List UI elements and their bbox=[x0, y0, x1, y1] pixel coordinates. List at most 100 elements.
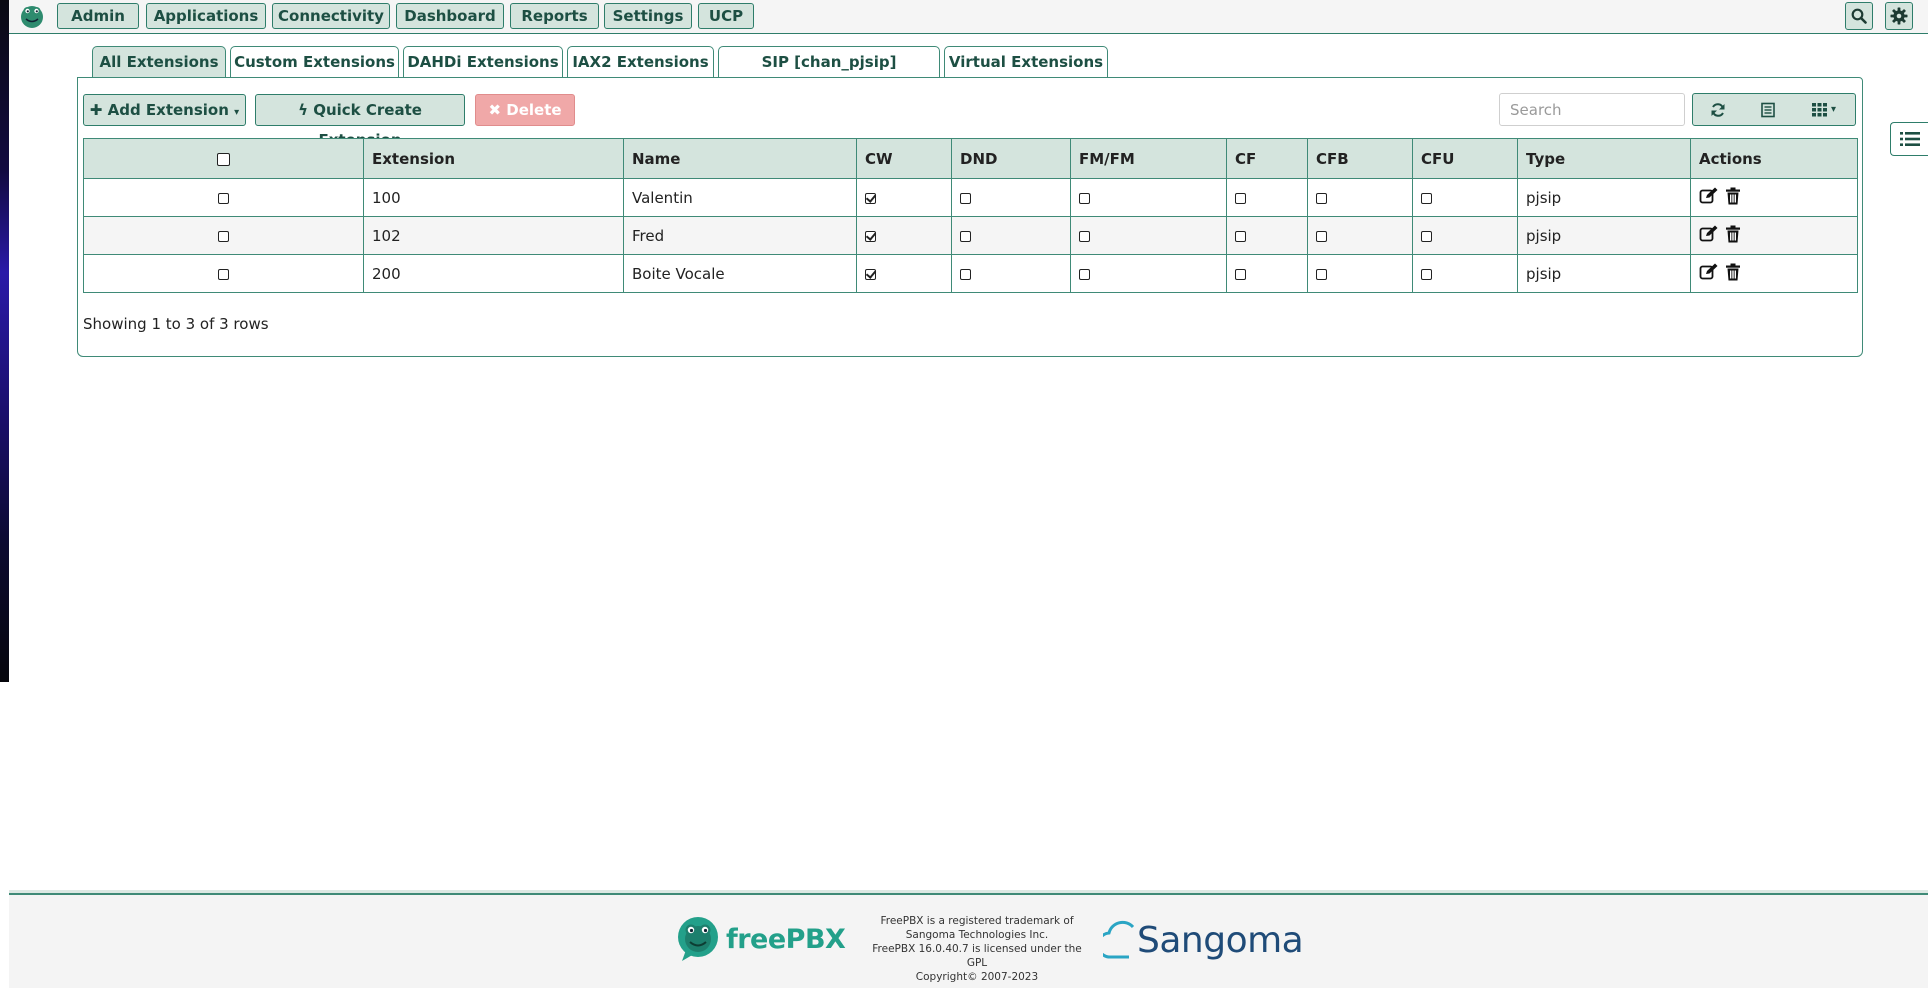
dnd-cell bbox=[951, 178, 1071, 217]
add-extension-label: Add Extension bbox=[107, 101, 229, 119]
row-select-cell bbox=[83, 216, 364, 255]
tab-custom-extensions[interactable]: Custom Extensions bbox=[230, 46, 399, 78]
cfb-cell bbox=[1307, 178, 1413, 217]
legal-line: FreePBX 16.0.40.7 is licensed under the bbox=[872, 943, 1082, 955]
gear-icon bbox=[1890, 7, 1908, 25]
fmfm-checkbox[interactable] bbox=[1079, 268, 1090, 280]
extension-cell: 102 bbox=[363, 216, 624, 255]
trash-icon[interactable] bbox=[1725, 187, 1741, 209]
actions-cell bbox=[1690, 254, 1858, 293]
nav-settings[interactable]: Settings bbox=[604, 3, 692, 29]
trash-icon[interactable] bbox=[1725, 263, 1741, 285]
sangoma-logo: Sangoma bbox=[1103, 915, 1304, 965]
column-header-fmfm[interactable]: FM/FM bbox=[1070, 138, 1227, 179]
extensions-table: Extension Name CW DND FM/FM CF CFB CFU T… bbox=[83, 138, 1858, 293]
add-extension-button[interactable]: ✚ Add Extension ▾ bbox=[83, 94, 246, 126]
refresh-button[interactable] bbox=[1692, 93, 1743, 126]
delete-button[interactable]: ✖ Delete bbox=[475, 94, 575, 126]
cf-checkbox[interactable] bbox=[1235, 268, 1246, 280]
tab-virtual-extensions[interactable]: Virtual Extensions bbox=[944, 46, 1108, 78]
column-header-name[interactable]: Name bbox=[623, 138, 857, 179]
fmfm-cell bbox=[1070, 216, 1227, 255]
tab-iax2-extensions[interactable]: IAX2 Extensions bbox=[567, 46, 714, 78]
toggle-view-button[interactable] bbox=[1742, 93, 1794, 126]
tab-sip-pjsip-extensions[interactable]: SIP [chan_pjsip] Extensions bbox=[718, 46, 940, 101]
nav-connectivity[interactable]: Connectivity bbox=[272, 3, 390, 29]
row-select-checkbox[interactable] bbox=[218, 192, 229, 204]
trash-icon[interactable] bbox=[1725, 225, 1741, 247]
edit-icon[interactable] bbox=[1699, 225, 1719, 247]
extension-cell: 200 bbox=[363, 254, 624, 293]
pagination-summary: Showing 1 to 3 of 3 rows bbox=[83, 315, 269, 333]
fmfm-cell bbox=[1070, 178, 1227, 217]
row-select-checkbox[interactable] bbox=[218, 268, 229, 280]
cfu-cell bbox=[1412, 178, 1518, 217]
cfu-checkbox[interactable] bbox=[1421, 230, 1432, 242]
row-select-checkbox[interactable] bbox=[218, 230, 229, 242]
legal-line: FreePBX is a registered trademark of bbox=[880, 915, 1074, 927]
dnd-cell bbox=[951, 216, 1071, 255]
sidebar-toggle[interactable] bbox=[1890, 122, 1928, 156]
cfu-checkbox[interactable] bbox=[1421, 192, 1432, 204]
legal-line: Sangoma Technologies Inc. bbox=[905, 929, 1049, 941]
dnd-checkbox[interactable] bbox=[960, 268, 971, 280]
type-cell: pjsip bbox=[1517, 254, 1691, 293]
column-header-cfb[interactable]: CFB bbox=[1307, 138, 1413, 179]
nav-reports[interactable]: Reports bbox=[510, 3, 599, 29]
column-header-extension[interactable]: Extension bbox=[363, 138, 624, 179]
cfb-checkbox[interactable] bbox=[1316, 230, 1327, 242]
cf-checkbox[interactable] bbox=[1235, 192, 1246, 204]
quick-create-extension-button[interactable]: ϟ Quick Create Extension bbox=[255, 94, 465, 149]
search-input[interactable] bbox=[1499, 93, 1685, 126]
cw-cell bbox=[856, 254, 952, 293]
actions-cell bbox=[1690, 216, 1858, 255]
legal-line: Copyright© 2007-2023 bbox=[915, 971, 1039, 983]
edit-icon[interactable] bbox=[1699, 187, 1719, 209]
nav-dashboard[interactable]: Dashboard bbox=[396, 3, 504, 29]
caret-down-icon: ▾ bbox=[1830, 104, 1837, 115]
select-all-header bbox=[83, 138, 364, 179]
footer: freePBX FreePBX is a registered trademar… bbox=[9, 893, 1928, 988]
tab-all-extensions[interactable]: All Extensions bbox=[92, 46, 226, 78]
column-header-dnd[interactable]: DND bbox=[951, 138, 1071, 179]
column-header-cw[interactable]: CW bbox=[856, 138, 952, 179]
column-header-cf[interactable]: CF bbox=[1226, 138, 1308, 179]
fmfm-checkbox[interactable] bbox=[1079, 230, 1090, 242]
refresh-icon bbox=[1711, 102, 1724, 117]
columns-dropdown-button[interactable]: ▾ bbox=[1793, 93, 1856, 126]
freepbx-frog-icon bbox=[678, 917, 718, 961]
freepbx-footer-logo: freePBX bbox=[676, 916, 846, 962]
cf-cell bbox=[1226, 216, 1308, 255]
close-icon: ✖ bbox=[488, 101, 502, 119]
select-all-checkbox[interactable] bbox=[217, 152, 230, 166]
cw-checkbox[interactable] bbox=[865, 268, 876, 280]
nav-admin[interactable]: Admin bbox=[57, 3, 139, 29]
cw-checkbox[interactable] bbox=[865, 230, 876, 242]
cf-checkbox[interactable] bbox=[1235, 230, 1246, 242]
nav-applications[interactable]: Applications bbox=[146, 3, 266, 29]
list-view-icon bbox=[1760, 102, 1775, 117]
dnd-checkbox[interactable] bbox=[960, 230, 971, 242]
freepbx-logo-icon[interactable] bbox=[19, 3, 45, 29]
type-cell: pjsip bbox=[1517, 178, 1691, 217]
table-header-row: Extension Name CW DND FM/FM CF CFB CFU T… bbox=[83, 138, 1858, 179]
name-cell: Boite Vocale bbox=[623, 254, 857, 293]
cfb-checkbox[interactable] bbox=[1316, 192, 1327, 204]
nav-ucp[interactable]: UCP bbox=[698, 3, 754, 29]
column-header-type[interactable]: Type bbox=[1517, 138, 1691, 179]
tab-dahdi-extensions[interactable]: DAHDi Extensions bbox=[403, 46, 563, 78]
dnd-checkbox[interactable] bbox=[960, 192, 971, 204]
search-button[interactable] bbox=[1845, 2, 1873, 30]
search-icon bbox=[1851, 8, 1867, 24]
settings-button[interactable] bbox=[1885, 2, 1913, 30]
cw-checkbox[interactable] bbox=[865, 192, 876, 204]
cfu-checkbox[interactable] bbox=[1421, 268, 1432, 280]
column-header-cfu[interactable]: CFU bbox=[1412, 138, 1518, 179]
legal-line: GPL bbox=[966, 957, 988, 969]
list-icon bbox=[1899, 132, 1920, 146]
cfb-checkbox[interactable] bbox=[1316, 268, 1327, 280]
fmfm-checkbox[interactable] bbox=[1079, 192, 1090, 204]
table-row: 100 Valentin pjsip bbox=[83, 178, 1858, 217]
edit-icon[interactable] bbox=[1699, 263, 1719, 285]
bolt-icon: ϟ bbox=[298, 101, 308, 119]
